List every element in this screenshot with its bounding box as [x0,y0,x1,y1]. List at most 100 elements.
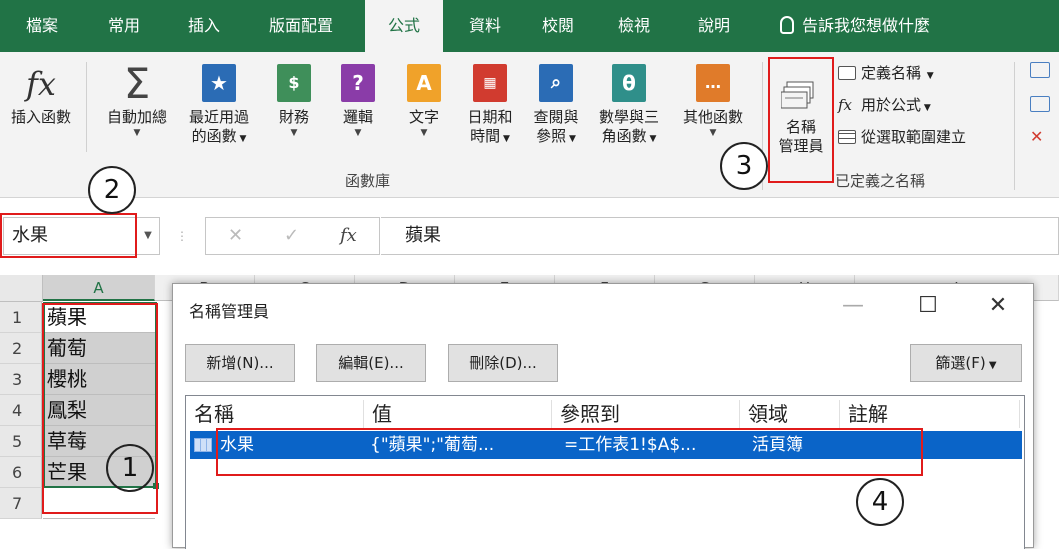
minimize-icon[interactable]: — [833,290,873,322]
tab-page-layout[interactable]: 版面配置 [252,0,350,52]
tab-view[interactable]: 檢視 [604,0,664,52]
datetime-label-2: 時間 [470,127,501,145]
lookup-button[interactable]: ⌕ 查閱與 參照 ▼ [524,64,588,149]
chevron-down-icon: ▼ [133,128,141,138]
lookup-book-icon: ⌕ [539,64,573,102]
star-book-icon: ★ [202,64,236,102]
define-name-button[interactable]: 定義名稱 ▼ [838,62,934,84]
tell-me-label: 告訴我您想做什麼 [802,16,931,35]
logical-button[interactable]: ? 邏輯 ▼ [330,64,386,139]
text-label: 文字 [408,108,439,126]
tab-data[interactable]: 資料 [455,0,515,52]
cancel-icon[interactable]: ✕ [228,218,243,254]
create-from-selection-icon [838,130,856,144]
logical-label: 邏輯 [342,108,373,126]
math-trig-button[interactable]: θ 數學與三 角函數 ▼ [590,64,668,149]
autosum-button[interactable]: Σ 自動加總 ▼ [96,59,178,139]
sigma-icon: Σ [123,59,151,108]
annotation-box-name-manager [768,57,834,183]
edit-button[interactable]: 編輯(E)... [316,344,426,382]
formula-input[interactable]: 蘋果 [381,217,1059,255]
use-in-formula-label: 用於公式 [861,96,922,114]
ribbon-tab-bar: 檔案 常用 插入 版面配置 公式 資料 校閱 檢視 說明 告訴我您想做什麼 [0,0,1059,52]
tab-insert[interactable]: 插入 [172,0,236,52]
annotation-marker-2: 2 [88,166,136,214]
row-header[interactable]: 1 [0,302,42,333]
remove-arrows-icon[interactable]: ✕ [1030,128,1050,146]
close-icon[interactable]: ✕ [978,290,1018,322]
insert-function-label: 插入函數 [10,108,71,126]
fx-small-icon: fx [838,96,853,114]
list-header-comment[interactable]: 註解 [840,400,1020,428]
datetime-label-1: 日期和 [467,108,513,126]
text-book-icon: A [407,64,441,102]
separator [86,62,87,152]
question-book-icon: ? [341,64,375,102]
enter-icon[interactable]: ✓ [284,218,299,254]
chevron-down-icon: ▼ [290,128,298,138]
tab-home[interactable]: 常用 [92,0,156,52]
row-header[interactable]: 7 [0,488,42,519]
filter-button-label: 篩選(F) [935,354,986,372]
tab-file[interactable]: 檔案 [12,0,72,52]
chevron-down-icon: ▼ [420,128,428,138]
define-name-label: 定義名稱 [861,64,922,82]
row-header[interactable]: 6 [0,457,42,488]
use-in-formula-button[interactable]: fx 用於公式 ▼ [838,94,931,116]
calendar-book-icon: ▦ [473,64,507,102]
recent-label-2: 的函數 [191,127,237,145]
theta-book-icon: θ [612,64,646,102]
separator [1014,62,1015,190]
name-box-dropdown-icon[interactable]: ▼ [138,219,158,253]
text-button[interactable]: A 文字 ▼ [396,64,452,139]
row-header[interactable]: 3 [0,364,42,395]
tab-formulas[interactable]: 公式 [365,0,443,52]
filter-button[interactable]: 篩選(F) ▼ [910,344,1022,382]
annotation-marker-3: 3 [720,142,768,190]
insert-function-button[interactable]: fx 插入函數 [2,64,80,127]
row-header[interactable]: 5 [0,426,42,457]
annotation-marker-4: 4 [856,478,904,526]
list-header-refers-to[interactable]: 參照到 [552,400,740,428]
annotation-box-name-box [0,213,137,258]
row-header[interactable]: 4 [0,395,42,426]
chevron-down-icon: ▼ [354,128,362,138]
annotation-box-name-row [216,428,923,476]
ribbon-formulas: fx 插入函數 Σ 自動加總 ▼ ★ 最近用過 的函數 ▼ $ 財務 ▼ ? 邏… [0,52,1059,198]
tab-help[interactable]: 說明 [684,0,744,52]
name-manager-dialog: 名稱管理員 — ☐ ✕ 新增(N)... 編輯(E)... 刪除(D)... 篩… [172,283,1034,549]
tell-me-box[interactable]: 告訴我您想做什麼 [780,0,930,52]
tab-review[interactable]: 校閱 [528,0,588,52]
financial-book-icon: $ [277,64,311,102]
math-label-1: 數學與三 [598,108,659,126]
dialog-title: 名稱管理員 [189,302,270,321]
financial-button[interactable]: $ 財務 ▼ [266,64,322,139]
create-from-selection-button[interactable]: 從選取範圍建立 [838,126,966,148]
new-button[interactable]: 新增(N)... [185,344,295,382]
formula-buttons: ✕ ✓ fx [205,217,380,255]
select-all-corner[interactable] [0,275,43,302]
table-icon [194,438,212,452]
chevron-down-icon: ▼ [709,128,717,138]
create-from-selection-label: 從選取範圍建立 [861,128,967,146]
list-header-name[interactable]: 名稱 [186,400,364,428]
column-header-a[interactable]: A [43,275,155,301]
fx-icon: fx [26,65,56,103]
trace-precedents-icon[interactable] [1030,62,1050,78]
financial-label: 財務 [278,108,309,126]
more-functions-button[interactable]: … 其他函數 ▼ [672,64,754,139]
list-header-value[interactable]: 值 [364,400,552,428]
annotation-marker-1: 1 [106,444,154,492]
row-header[interactable]: 2 [0,333,42,364]
trace-dependents-icon[interactable] [1030,96,1050,112]
lookup-label-1: 查閱與 [533,108,579,126]
lookup-label-2: 參照 [536,127,567,145]
datetime-button[interactable]: ▦ 日期和 時間 ▼ [458,64,522,149]
insert-function-icon[interactable]: fx [340,218,357,254]
list-header-scope[interactable]: 領域 [740,400,840,428]
recent-label-1: 最近用過 [188,108,249,126]
recently-used-button[interactable]: ★ 最近用過 的函數 ▼ [180,64,258,149]
delete-button[interactable]: 刪除(D)... [448,344,558,382]
more-book-icon: … [696,64,730,102]
maximize-icon[interactable]: ☐ [908,290,948,322]
